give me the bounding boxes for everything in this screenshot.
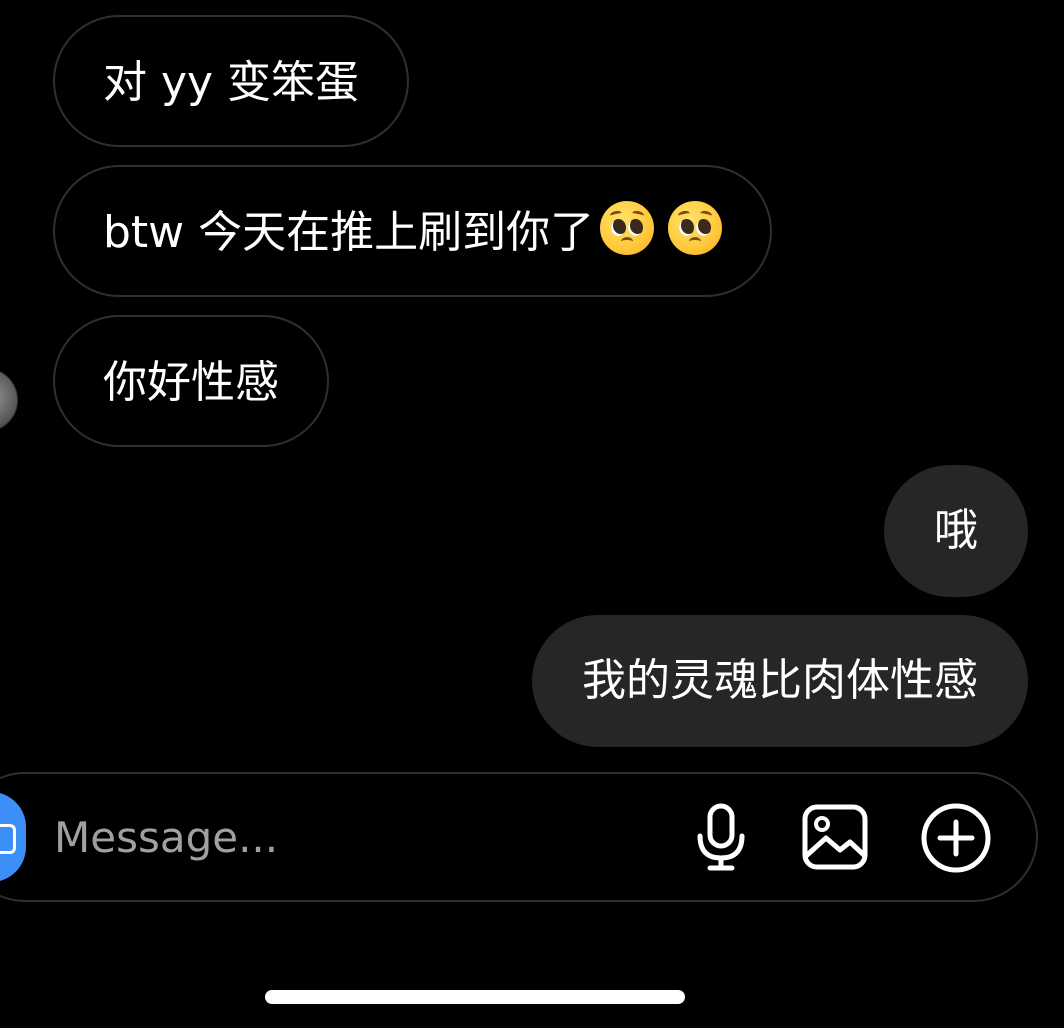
message-text: 我的灵魂比肉体性感 <box>582 655 978 706</box>
message-bubble-incoming[interactable]: btw 今天在推上刷到你了 <box>53 165 773 297</box>
message-text: 你好性感 <box>103 357 279 408</box>
message-bubble-incoming[interactable]: 你好性感 <box>53 315 329 447</box>
chat-screen: 对 yy 变笨蛋 btw 今天在推上刷到你了 你好性感 哦 我的灵魂比肉体性感 <box>0 0 1064 1028</box>
message-bubble-outgoing[interactable]: 我的灵魂比肉体性感 <box>532 615 1028 747</box>
microphone-button[interactable] <box>686 802 756 872</box>
gallery-icon <box>802 804 868 870</box>
microphone-icon <box>697 803 745 871</box>
gallery-button[interactable] <box>800 802 870 872</box>
sender-avatar[interactable] <box>0 368 18 432</box>
message-bubble-incoming[interactable]: 对 yy 变笨蛋 <box>53 15 410 147</box>
message-text: 对 yy 变笨蛋 <box>103 57 360 108</box>
add-icon <box>921 803 991 873</box>
message-bubble-outgoing[interactable]: 哦 <box>884 465 1028 597</box>
camera-icon <box>0 824 16 854</box>
message-input[interactable] <box>54 806 614 868</box>
pleading-face-emoji <box>668 201 723 255</box>
message-text: 哦 <box>934 505 978 556</box>
add-button[interactable] <box>918 802 991 873</box>
pleading-face-emoji <box>600 201 655 255</box>
home-indicator[interactable] <box>265 990 685 1004</box>
message-text: btw 今天在推上刷到你了 <box>103 207 595 258</box>
